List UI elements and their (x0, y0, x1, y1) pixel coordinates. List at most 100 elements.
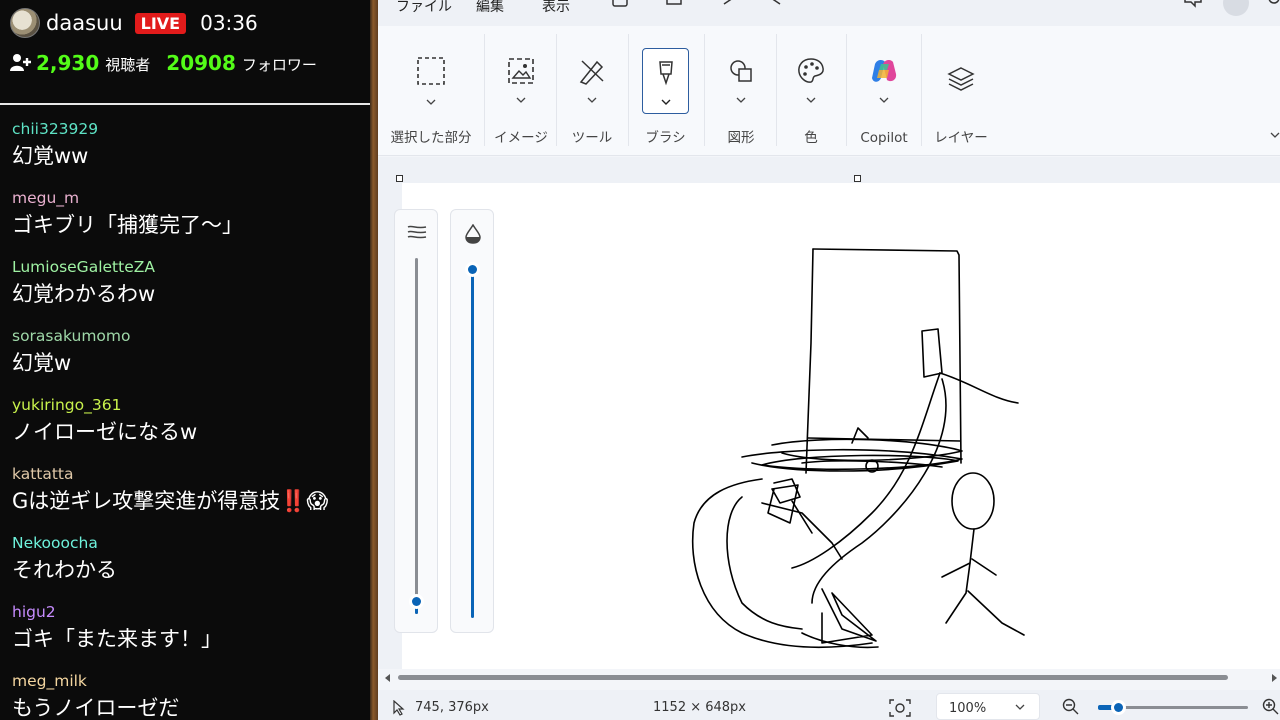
chat-message: chii323929 幻覚ww (0, 105, 370, 174)
ribbon-group-image[interactable]: イメージ (488, 26, 554, 156)
menu-bar: ファイル 編集 表示 (378, 0, 1280, 26)
status-bar: 745, 376px 1152 × 648px 100% (378, 690, 1280, 720)
live-badge: LIVE (134, 12, 187, 34)
chat-message: Nekooocha それわかる (0, 519, 370, 588)
ribbon-group-layers[interactable]: レイヤー (923, 26, 999, 156)
chat-message: higu2 ゴキ「また来ます！」 (0, 588, 370, 657)
viewers-icon (10, 53, 32, 73)
chat-text: それわかる (12, 558, 117, 582)
chat-username: meg_milk (12, 672, 87, 690)
ribbon-label-layers: レイヤー (934, 130, 988, 146)
ribbon-label-image: イメージ (494, 130, 548, 146)
scroll-left-icon[interactable] (384, 673, 392, 683)
ribbon-label-selection: 選択した部分 (390, 130, 472, 146)
opacity-knob[interactable] (465, 262, 480, 277)
comments-icon[interactable] (1183, 0, 1205, 14)
chevron-down-icon (806, 97, 816, 103)
ribbon-expand-chevron-icon[interactable] (1270, 130, 1280, 140)
layers-icon (947, 67, 975, 91)
chat-text: 幻覚w (12, 351, 72, 375)
chat-message: megu_m ゴキブリ「捕獲完了～」 (0, 174, 370, 243)
menu-view[interactable]: 表示 (542, 0, 570, 16)
zoom-dropdown[interactable]: 100% (936, 693, 1040, 720)
zoom-out-icon[interactable] (1062, 698, 1080, 716)
chat-text: ノイローゼになるw (12, 420, 198, 444)
shapes-icon (730, 60, 752, 82)
brush-size-icon (407, 225, 427, 239)
chat-username: yukiringo_361 (12, 396, 122, 414)
canvas-drawing (691, 248, 1025, 649)
canvas-size: 1152 × 648px (653, 700, 746, 715)
chat-text: 幻覚わかるわw (12, 282, 156, 306)
zoom-slider-knob[interactable] (1111, 700, 1126, 715)
chat-username: kattatta (12, 465, 74, 483)
ribbon-label-brush: ブラシ (645, 130, 686, 146)
tools-icon (579, 60, 604, 85)
viewers-count: 2,930 (36, 51, 100, 75)
followers-label: フォロワー (241, 56, 317, 74)
ribbon-label-tools: ツール (571, 130, 613, 146)
chat-message: LumioseGaletteZA 幻覚わかるわw (0, 243, 370, 312)
streamer-name: daasuu (46, 11, 123, 35)
fit-to-window-icon[interactable] (888, 698, 912, 718)
selection-icon (417, 57, 445, 85)
brush-size-track[interactable] (415, 258, 418, 614)
cursor-position: 745, 376px (415, 700, 489, 715)
chat-message: yukiringo_361 ノイローゼになるw (0, 381, 370, 450)
ribbon-label-colors: 色 (804, 130, 818, 146)
opacity-track[interactable] (471, 268, 474, 618)
brush-size-knob[interactable] (409, 594, 424, 609)
streamer-avatar (10, 8, 40, 38)
chat-username: LumioseGaletteZA (12, 258, 155, 276)
paint-window: ファイル 編集 表示 選択した部分 イメージ ツール ブラシ 図形 色 Copi… (378, 0, 1280, 720)
elapsed-time: 03:36 (200, 11, 258, 35)
chevron-down-icon (516, 97, 526, 103)
chat-username: sorasakumomo (12, 327, 131, 345)
redo-icon[interactable] (764, 0, 786, 14)
chat-message: kattatta Gは逆ギレ攻撃突進が得意技‼️😱 (0, 450, 370, 519)
share-icon[interactable] (664, 0, 686, 14)
ribbon-group-selection[interactable]: 選択した部分 (388, 26, 474, 156)
menu-file[interactable]: ファイル (396, 0, 452, 16)
chat-text: 幻覚ww (12, 144, 89, 168)
ribbon-group-shapes[interactable]: 図形 (706, 26, 776, 156)
scrollbar-thumb[interactable] (398, 675, 1228, 680)
stream-chat-panel: daasuu LIVE 03:36 2,930 視聴者 20908 フォロワー … (0, 0, 370, 720)
horizontal-scrollbar[interactable] (378, 669, 1280, 687)
chat-text: ゴキ「また来ます！」 (12, 627, 222, 651)
chat-username: Nekooocha (12, 534, 98, 552)
ribbon-group-copilot[interactable]: Copilot (848, 26, 920, 156)
chat-message: meg_milk もうノイローゼだ (0, 657, 370, 720)
save-icon[interactable] (610, 0, 632, 14)
drawing-canvas[interactable] (402, 183, 1280, 669)
chat-username: higu2 (12, 603, 56, 621)
ribbon-group-tools[interactable]: ツール (558, 26, 626, 156)
chat-username: megu_m (12, 189, 80, 207)
canvas-viewport (378, 157, 1280, 669)
zoom-in-icon[interactable] (1262, 698, 1280, 716)
settings-icon[interactable] (1266, 0, 1280, 14)
chevron-down-icon (661, 99, 670, 105)
menu-edit[interactable]: 編集 (476, 0, 504, 16)
chat-username: chii323929 (12, 120, 99, 138)
ribbon-group-colors[interactable]: 色 (778, 26, 844, 156)
undo-icon[interactable] (722, 0, 744, 14)
copilot-icon (872, 59, 897, 82)
chevron-down-icon (879, 97, 889, 103)
resize-handle[interactable] (396, 175, 403, 182)
chevron-down-icon (1015, 704, 1025, 710)
ribbon-group-brush[interactable]: ブラシ (628, 26, 703, 156)
ribbon-label-copilot: Copilot (860, 130, 908, 146)
window-divider (370, 0, 378, 720)
resize-handle[interactable] (854, 175, 861, 182)
viewers-label: 視聴者 (105, 56, 151, 74)
brush-size-panel (394, 209, 438, 633)
cursor-icon (393, 700, 405, 716)
zoom-level: 100% (949, 701, 987, 716)
chevron-down-icon (426, 99, 436, 105)
followers-count: 20908 (166, 51, 236, 75)
account-avatar[interactable] (1223, 0, 1249, 16)
opacity-panel (450, 209, 494, 633)
chat-message: sorasakumomo 幻覚w (0, 312, 370, 381)
scroll-right-icon[interactable] (1270, 673, 1278, 683)
